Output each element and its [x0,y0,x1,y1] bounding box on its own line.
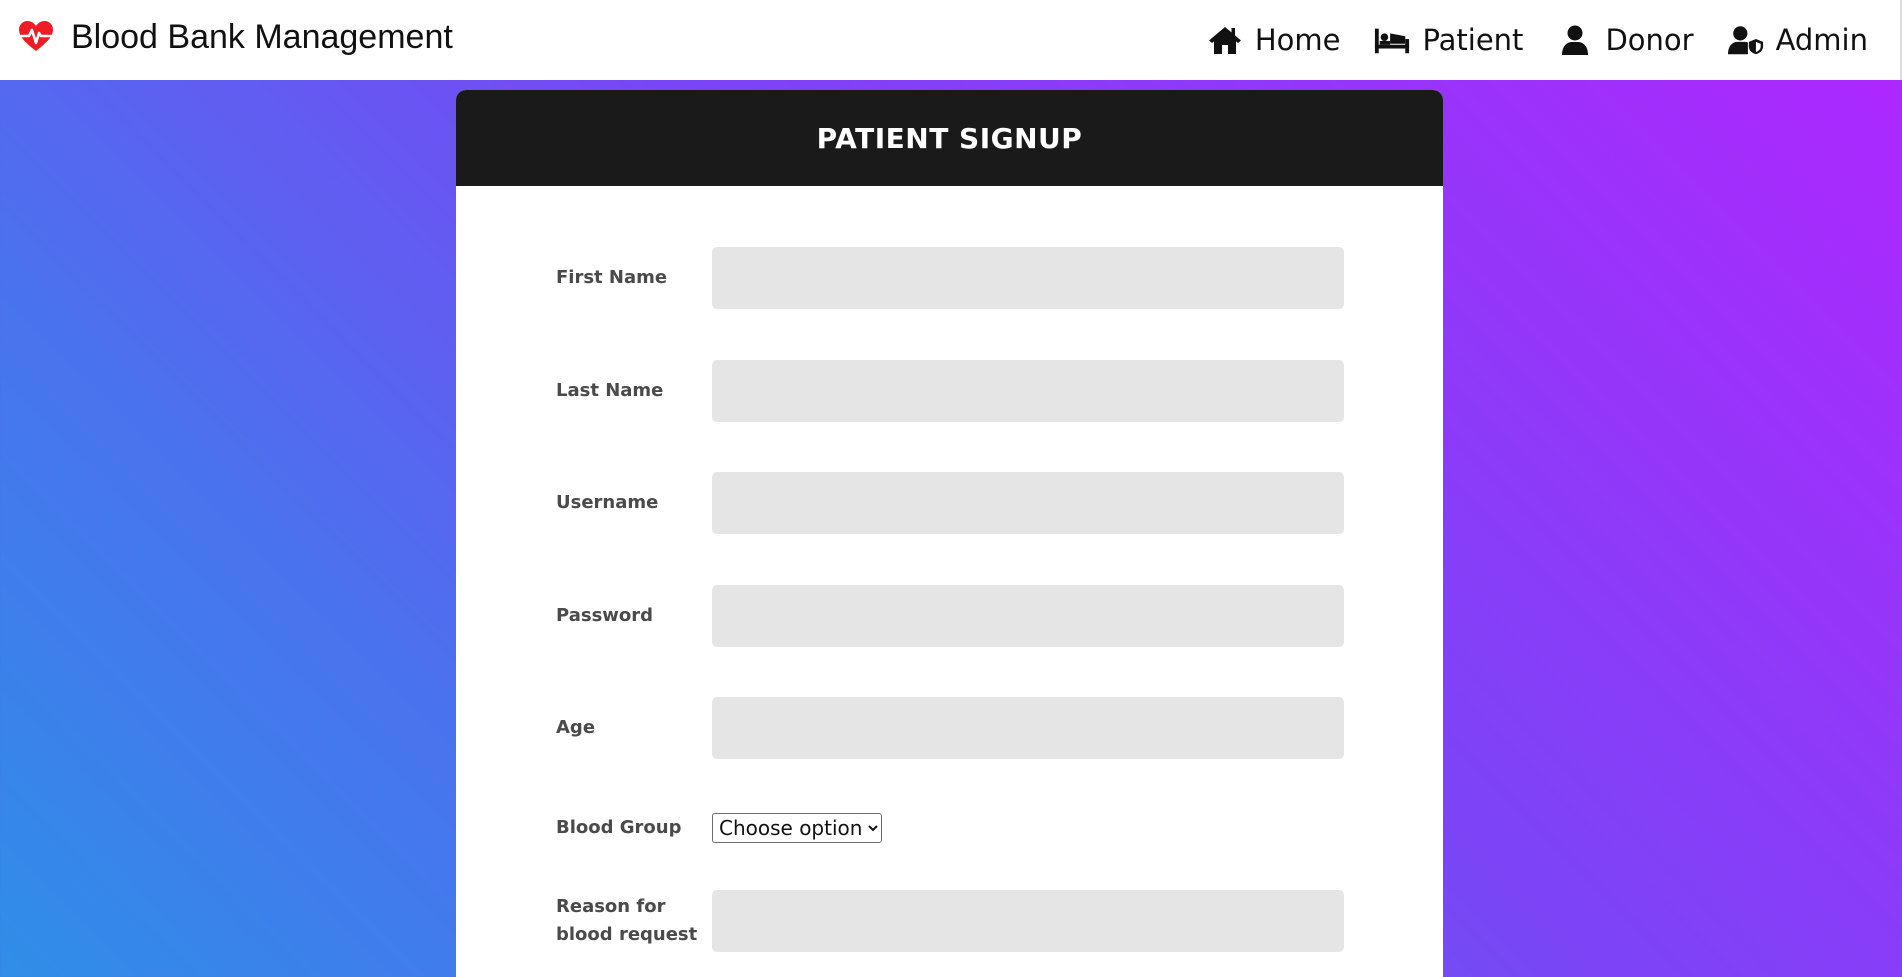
blood-group-label: Blood Group [556,817,682,838]
brand-title: Blood Bank Management [71,17,453,56]
home-icon [1207,23,1243,57]
nav-label-home: Home [1254,23,1341,57]
first-name-input[interactable] [712,247,1344,309]
main-nav: Home Patient Donor Admin [1173,14,1868,66]
password-input[interactable] [712,585,1344,647]
nav-item-donor[interactable]: Donor [1557,23,1694,57]
nav-item-home[interactable]: Home [1207,23,1341,57]
first-name-row: First Name [556,247,1356,309]
nav-item-patient[interactable]: Patient [1374,23,1523,57]
patient-bed-icon [1374,23,1410,57]
nav-label-patient: Patient [1422,23,1524,57]
blood-group-select[interactable]: Choose option [712,813,882,843]
last-name-input[interactable] [712,360,1344,422]
last-name-label: Last Name [556,380,664,401]
reason-row: Reason for blood request [556,890,1356,952]
age-input[interactable] [712,697,1344,759]
age-row: Age [556,697,1356,759]
age-label: Age [556,717,596,738]
first-name-label: First Name [556,267,668,288]
reason-label: Reason for blood request [556,896,698,945]
signup-card: PATIENT SIGNUP First Name Last Name User… [456,90,1443,977]
nav-item-admin[interactable]: Admin [1727,23,1868,57]
reason-input[interactable] [712,890,1344,952]
card-header: PATIENT SIGNUP [456,90,1443,186]
brand[interactable]: Blood Bank Management [18,14,453,60]
page-title: PATIENT SIGNUP [816,121,1083,155]
last-name-row: Last Name [556,360,1356,422]
user-icon [1557,23,1593,57]
username-label: Username [556,492,659,513]
top-navbar: Blood Bank Management Home Patient Donor… [0,0,1902,80]
username-input[interactable] [712,472,1344,534]
username-row: Username [556,472,1356,534]
heart-pulse-icon [18,19,54,55]
nav-label-admin: Admin [1775,23,1868,57]
user-shield-icon [1727,23,1764,57]
nav-label-donor: Donor [1605,23,1694,57]
password-row: Password [556,585,1356,647]
blood-group-row: Blood Group Choose option [556,813,1356,843]
password-label: Password [556,605,654,626]
